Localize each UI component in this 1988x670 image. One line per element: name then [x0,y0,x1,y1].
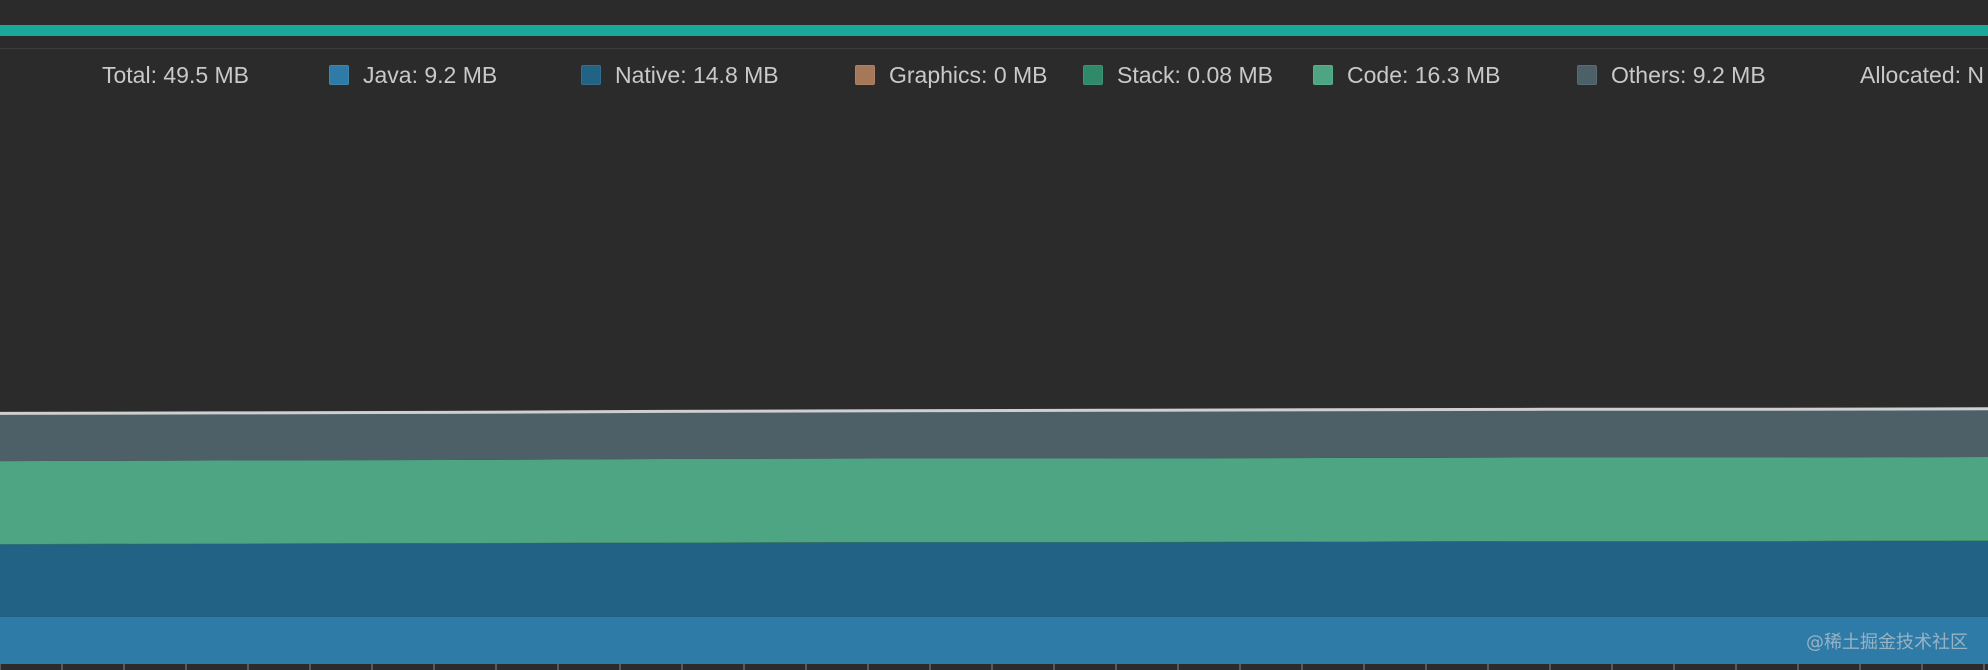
area-others [0,409,1988,462]
watermark-text: @稀土掘金技术社区 [1806,632,1968,653]
legend-stack-label: Stack: 0.08 MB [1117,62,1273,88]
area-code [0,457,1988,545]
timeline-header [0,0,1988,22]
legend-code-label: Code: 16.3 MB [1347,62,1501,88]
legend-others-label: Others: 9.2 MB [1611,62,1766,88]
stack-swatch [1083,65,1103,85]
legend-graphics: Graphics: 0 MB [855,63,1048,87]
area-native [0,540,1988,617]
header-divider [0,48,1988,49]
session-range-bar[interactable] [0,25,1988,36]
legend-java: Java: 9.2 MB [329,63,497,87]
legend-total: Total: 49.5 MB [102,63,249,87]
legend-native: Native: 14.8 MB [581,63,779,87]
legend-stack: Stack: 0.08 MB [1083,63,1273,87]
area-java [0,616,1988,664]
legend-java-label: Java: 9.2 MB [363,62,498,88]
legend-others: Others: 9.2 MB [1577,63,1766,87]
legend-allocated-label: Allocated: N [1860,62,1985,88]
java-swatch [329,65,349,85]
graphics-swatch [855,65,875,85]
code-swatch [1313,65,1333,85]
time-axis-ticks [0,664,1985,670]
legend-total-label: Total: 49.5 MB [102,62,250,88]
memory-legend: Total: 49.5 MB Java: 9.2 MB Native: 14.8… [0,56,1988,94]
stacked-areas [0,409,1988,664]
legend-code: Code: 16.3 MB [1313,63,1500,87]
native-swatch [581,65,601,85]
others-swatch [1577,65,1597,85]
memory-stacked-area-chart [0,407,1988,670]
legend-allocated: Allocated: N [1860,63,1984,87]
legend-native-label: Native: 14.8 MB [615,62,779,88]
legend-graphics-label: Graphics: 0 MB [889,62,1048,88]
